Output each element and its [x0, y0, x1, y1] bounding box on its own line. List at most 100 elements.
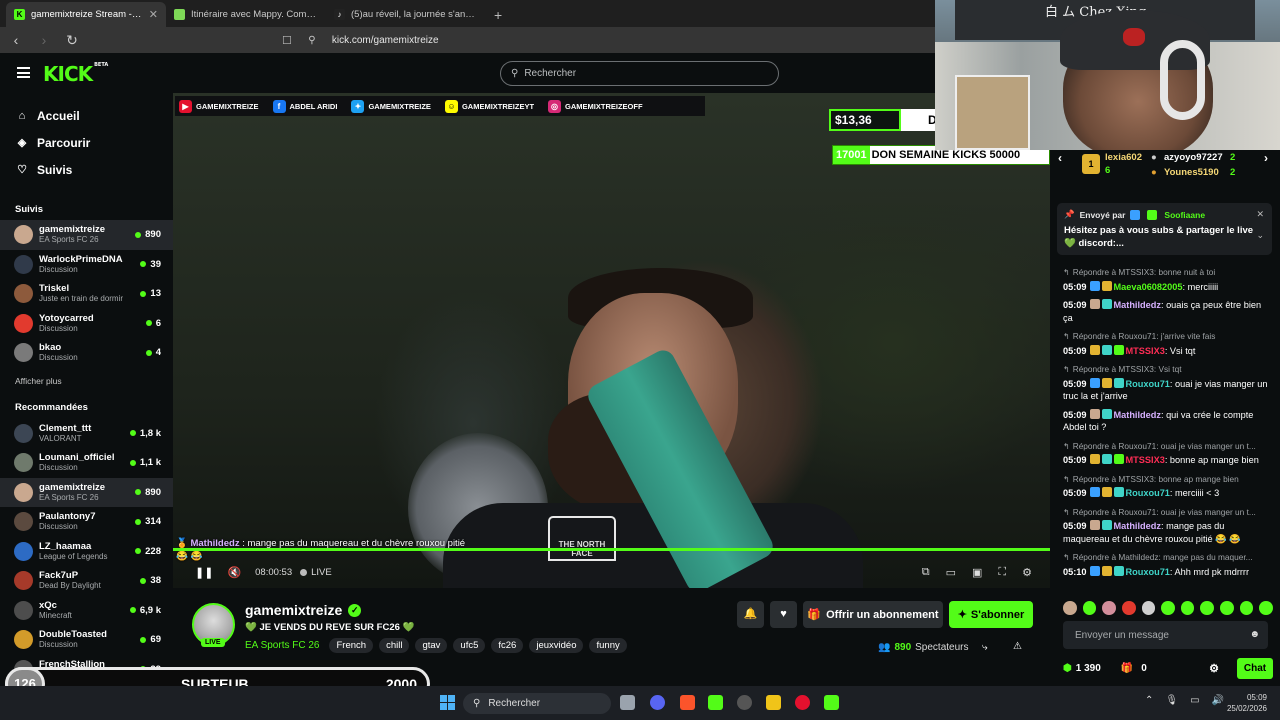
- sidebar-channel[interactable]: xQc Minecraft 6,9 k: [0, 596, 173, 626]
- pinned-by-user[interactable]: Soofiaane: [1164, 210, 1205, 220]
- stream-tag[interactable]: chill: [379, 638, 410, 653]
- gift-sub-button[interactable]: 🎁 Offrir un abonnement: [803, 601, 943, 628]
- message-input[interactable]: [1075, 629, 1235, 641]
- clip-icon[interactable]: ⧉: [922, 566, 930, 579]
- subscribe-button[interactable]: ✦ S'abonner: [949, 601, 1033, 628]
- emote-icon[interactable]: [1121, 601, 1136, 615]
- chat-send-button[interactable]: Chat: [1237, 657, 1273, 679]
- notification-bell-button[interactable]: 🔔: [737, 601, 764, 628]
- chat-settings-icon[interactable]: ⚙: [1209, 662, 1219, 675]
- chevron-right-icon[interactable]: ›: [1264, 151, 1268, 165]
- emote-icon[interactable]: [1102, 601, 1116, 615]
- menu-icon[interactable]: [17, 67, 30, 78]
- share-icon[interactable]: ⤷: [982, 642, 988, 653]
- sidebar-channel[interactable]: Paulantony7 Discussion 314: [0, 507, 173, 537]
- back-icon[interactable]: ‹: [8, 32, 24, 48]
- follow-button[interactable]: ♥: [770, 601, 797, 628]
- nav-following[interactable]: ♡ Suivis: [0, 156, 173, 183]
- reply-context[interactable]: ↰ Répondre à Rouxou71: j'arrive vite fais: [1063, 330, 1273, 344]
- sidebar-channel[interactable]: bkao Discussion 4: [0, 338, 173, 368]
- stream-tag[interactable]: gtav: [415, 638, 448, 653]
- category-link[interactable]: EA Sports FC 26: [245, 640, 319, 651]
- search-box[interactable]: ⚲: [500, 61, 779, 86]
- chevron-down-icon[interactable]: ⌄: [1256, 230, 1264, 241]
- gifts-counter[interactable]: 🎁 0: [1121, 663, 1147, 674]
- message-user[interactable]: Mathildedz: [1114, 300, 1161, 310]
- emote-icon[interactable]: [1220, 601, 1234, 615]
- task-view-icon[interactable]: [620, 695, 635, 710]
- browser-tab-kick[interactable]: K gamemixtreize Stream - Watc ✕: [6, 2, 166, 27]
- taskbar-clock[interactable]: 05:09 25/02/2026: [1225, 692, 1267, 714]
- video-player[interactable]: THE NORTH FACE ▶ GAMEMIXTREIZE f ABDEL ARID…: [173, 93, 1050, 588]
- chat-message[interactable]: 05:09 Mathildedz: ouais ça peux être bien…: [1063, 299, 1273, 324]
- sidebar-channel[interactable]: LZ_haamaa League of Legends 228: [0, 537, 173, 567]
- reply-context[interactable]: ↰ Répondre à Rouxou71: ouai je vias mange…: [1063, 440, 1273, 454]
- pause-icon[interactable]: ❚❚: [195, 566, 213, 579]
- stream-tag[interactable]: jeuxvidéo: [529, 638, 584, 653]
- sidebar-channel[interactable]: gamemixtreize EA Sports FC 26 890: [0, 220, 173, 250]
- emote-icon[interactable]: [1259, 601, 1274, 615]
- search-input[interactable]: [524, 68, 745, 79]
- message-user[interactable]: MTSSIX3: [1126, 455, 1165, 465]
- unpin-icon[interactable]: ✕: [1256, 209, 1264, 220]
- stream-tag[interactable]: French: [329, 638, 374, 653]
- reply-context[interactable]: ↰ Répondre à Rouxou71: ouai je vias mange…: [1063, 506, 1273, 520]
- sidebar-channel[interactable]: Triskel Juste en train de dormir 13: [0, 279, 173, 309]
- network-icon[interactable]: ▭: [1190, 695, 1199, 706]
- emote-icon[interactable]: [1200, 601, 1215, 615]
- nav-browse[interactable]: ◈ Parcourir: [0, 129, 173, 156]
- taskbar-search-input[interactable]: [488, 698, 589, 709]
- app-icon[interactable]: [708, 695, 723, 710]
- sidebar-channel[interactable]: Yotoycarred Discussion 6: [0, 309, 173, 339]
- emoji-icon[interactable]: ☻: [1249, 629, 1260, 640]
- gifter-name[interactable]: Younes5190: [1164, 167, 1219, 178]
- message-user[interactable]: Mathildedz: [1114, 410, 1161, 420]
- youtube-app-icon[interactable]: [795, 695, 810, 710]
- report-icon[interactable]: ⚠: [1013, 641, 1022, 652]
- mini-player-icon[interactable]: ▣: [972, 566, 982, 579]
- gifter-name[interactable]: azyoyo97227: [1164, 152, 1223, 163]
- forward-icon[interactable]: ›: [36, 32, 52, 48]
- reply-context[interactable]: ↰ Répondre à Mathildedz: mange pas du maq…: [1063, 551, 1273, 565]
- channel-name[interactable]: gamemixtreize: [245, 602, 342, 618]
- steam-icon[interactable]: [737, 695, 752, 710]
- brave-icon[interactable]: [680, 695, 695, 710]
- chat-message[interactable]: ↰ Répondre à MTSSIX3: bonne ap mange bien…: [1063, 473, 1273, 500]
- chat-message[interactable]: ↰ Répondre à Mathildedz: mange pas du maq…: [1063, 551, 1273, 578]
- chat-message[interactable]: 05:09 Mathildedz: qui va crée le compte A…: [1063, 408, 1273, 434]
- sidebar-channel[interactable]: Loumani_officiel Discussion 1,1 k: [0, 448, 173, 478]
- live-indicator[interactable]: LIVE: [300, 567, 332, 578]
- reply-context[interactable]: ↰ Répondre à MTSSIX3: bonne nuit à toi: [1063, 266, 1273, 280]
- stream-tag[interactable]: funny: [589, 638, 627, 653]
- bookmark-icon[interactable]: ☐: [282, 34, 292, 47]
- kick-app-icon[interactable]: [824, 695, 839, 710]
- chat-message[interactable]: ↰ Répondre à MTSSIX3: Vsi tqt 05:09 Rouxou7…: [1063, 363, 1273, 403]
- new-tab-icon[interactable]: +: [486, 2, 510, 27]
- message-user[interactable]: Rouxou71: [1126, 488, 1170, 498]
- nav-home[interactable]: ⌂ Accueil: [0, 102, 173, 129]
- stream-tag[interactable]: fc26: [491, 638, 524, 653]
- chevron-left-icon[interactable]: ‹: [1058, 151, 1062, 165]
- message-user[interactable]: Rouxou71: [1126, 567, 1170, 577]
- tray-chevron-icon[interactable]: ⌃: [1145, 695, 1153, 706]
- message-user[interactable]: Maeva06082005: [1114, 282, 1183, 292]
- sidebar-channel[interactable]: gamemixtreize EA Sports FC 26 890: [0, 477, 173, 507]
- show-more-link[interactable]: Afficher plus: [0, 376, 173, 386]
- discord-icon[interactable]: [650, 695, 665, 710]
- settings-icon[interactable]: ⚙: [1022, 566, 1032, 579]
- reload-icon[interactable]: ↻: [64, 32, 80, 49]
- stream-tag[interactable]: ufc5: [453, 638, 486, 653]
- chat-message[interactable]: ↰ Répondre à Rouxou71: j'arrive vite fais…: [1063, 330, 1273, 357]
- chat-message[interactable]: ↰ Répondre à Rouxou71: ouai je vias mange…: [1063, 506, 1273, 546]
- mute-icon[interactable]: 🔇: [227, 566, 241, 579]
- kick-logo[interactable]: KICK BETA: [43, 62, 108, 86]
- fullscreen-icon[interactable]: ⛶: [998, 566, 1006, 579]
- sidebar-channel[interactable]: Fack7uP Dead By Daylight 38: [0, 566, 173, 596]
- reply-context[interactable]: ↰ Répondre à MTSSIX3: bonne ap mange bien: [1063, 473, 1273, 487]
- message-box[interactable]: ☻: [1063, 621, 1268, 649]
- site-info-icon[interactable]: ⚲: [304, 35, 320, 46]
- emote-icon[interactable]: [1180, 601, 1195, 615]
- url-field[interactable]: kick.com/gamemixtreize: [332, 35, 439, 46]
- theater-icon[interactable]: ▭: [946, 566, 956, 579]
- gifter-name[interactable]: lexia602: [1105, 152, 1142, 163]
